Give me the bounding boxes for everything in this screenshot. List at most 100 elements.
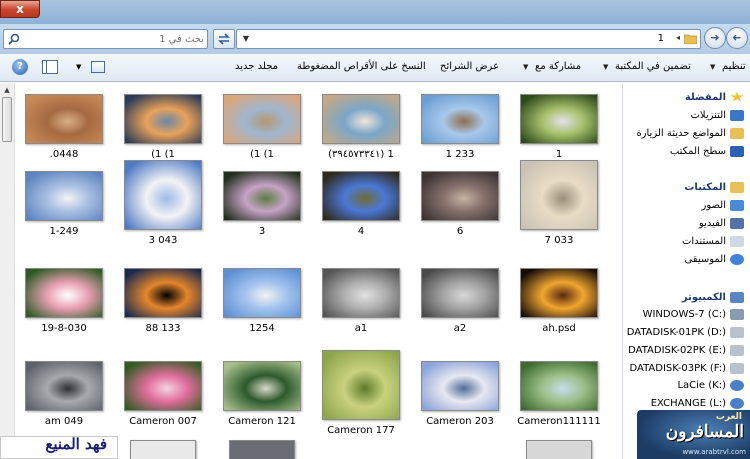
file-thumbnail[interactable] [520, 94, 598, 144]
burn-button[interactable]: النسخ على الأقراص المضغوطة [297, 61, 426, 72]
file-thumbnail[interactable] [223, 94, 301, 144]
file-item[interactable]: Cameron 007 [113, 356, 213, 452]
file-label[interactable]: Cameron 007 [113, 416, 213, 427]
file-item[interactable]: Cameron 203 [410, 356, 510, 452]
nav-desktop[interactable]: سطح المكتب [670, 143, 744, 160]
file-label[interactable]: 6 [410, 226, 510, 237]
nav-computer[interactable]: الكمبيوتر [682, 289, 744, 306]
file-label[interactable]: ah.psd [509, 323, 609, 334]
file-item[interactable]: Cameron 177 [311, 350, 411, 452]
file-thumbnail[interactable] [322, 268, 400, 318]
file-item[interactable]: ah.psd [509, 263, 609, 359]
change-view-icon[interactable] [91, 61, 105, 73]
file-label[interactable]: 1 [509, 149, 609, 160]
file-label[interactable]: 4 [311, 226, 411, 237]
file-thumbnail[interactable] [130, 440, 196, 459]
scrollbar-thumb[interactable] [2, 97, 12, 142]
file-item[interactable]: 1-249 [15, 166, 114, 262]
nav-documents[interactable]: المستندات [682, 233, 744, 250]
file-item[interactable]: 88 133 [113, 263, 213, 359]
nav-drive-k[interactable]: LaCie (K:) [677, 377, 744, 394]
address-box[interactable]: ▼ 1 ◂ [236, 29, 701, 49]
file-thumbnail[interactable] [229, 440, 295, 459]
file-thumbnail[interactable] [25, 94, 103, 144]
file-thumbnail[interactable] [322, 350, 400, 420]
nav-downloads[interactable]: التنزيلات [690, 107, 744, 124]
chevron-down-icon[interactable]: ▼ [710, 63, 715, 71]
file-label[interactable]: a1 [311, 323, 411, 334]
nav-recent-places[interactable]: المواضع حديثة الزيارة [636, 125, 744, 142]
file-thumbnail[interactable] [25, 268, 103, 318]
address-history-dropdown[interactable]: ▼ [239, 30, 253, 48]
file-thumbnail[interactable] [520, 361, 598, 411]
file-thumbnail[interactable] [520, 268, 598, 318]
help-icon[interactable]: ? [12, 59, 28, 75]
nav-music[interactable]: الموسيقى [684, 251, 744, 268]
file-label[interactable]: 1-249 [15, 226, 114, 237]
file-label[interactable]: (٣٩٤٥٧٣٣٤١) 1 [311, 149, 411, 160]
file-item[interactable]: 3 043 [113, 160, 213, 262]
forward-button[interactable]: ➜ [704, 27, 726, 49]
file-thumbnail[interactable] [520, 160, 598, 230]
file-thumbnail[interactable] [124, 268, 202, 318]
file-label[interactable]: (1 (1 [113, 149, 213, 160]
file-thumbnail[interactable] [223, 171, 301, 221]
file-label[interactable]: (1 (1 [212, 149, 312, 160]
nav-videos[interactable]: الفيديو [699, 215, 744, 232]
file-label[interactable]: 1 233 [410, 149, 510, 160]
nav-pictures[interactable]: الصور [702, 197, 744, 214]
address-path[interactable]: 1 [658, 33, 664, 44]
file-thumbnail[interactable] [124, 361, 202, 411]
chevron-down-icon[interactable]: ▼ [603, 63, 608, 71]
file-label[interactable]: Cameron 203 [410, 416, 510, 427]
file-item[interactable]: a2 [410, 263, 510, 359]
file-label[interactable]: 3 [212, 226, 312, 237]
file-label[interactable]: am 049 [15, 416, 114, 427]
file-label[interactable]: 19-8-030 [15, 323, 114, 334]
chevron-down-icon[interactable]: ▼ [523, 63, 528, 71]
file-label[interactable]: 7 033 [509, 235, 609, 246]
file-thumbnail[interactable] [124, 160, 202, 230]
file-label[interactable]: 3 043 [113, 235, 213, 246]
new-folder-button[interactable]: مجلد جديد [235, 61, 278, 72]
file-item[interactable]: 19-8-030 [15, 263, 114, 359]
file-thumbnail[interactable] [322, 94, 400, 144]
include-in-library-button[interactable]: تضمين في المكتبة [615, 61, 691, 72]
file-thumbnail[interactable] [421, 268, 499, 318]
share-button[interactable]: مشاركة مع [535, 61, 581, 72]
nav-drive-f[interactable]: DATADISK-03PK (F:) [629, 360, 744, 377]
nav-drive-d[interactable]: DATADISK-01PK (D:) [627, 324, 744, 341]
file-thumbnail[interactable] [223, 361, 301, 411]
vertical-scrollbar[interactable]: ▲ [0, 83, 15, 459]
nav-drive-e[interactable]: DATADISK-02PK (E:) [628, 342, 744, 359]
file-label[interactable]: Cameron 121 [212, 416, 312, 427]
file-item[interactable]: Cameron 121 [212, 356, 312, 452]
nav-favorites[interactable]: المفضلة [685, 89, 744, 106]
nav-drive-c[interactable]: WINDOWS-7 (C:) [643, 306, 744, 323]
file-label[interactable]: 1254 [212, 323, 312, 334]
organize-button[interactable]: تنظيم [722, 61, 746, 72]
file-thumbnail[interactable] [421, 361, 499, 411]
back-button[interactable]: ➜ [726, 27, 748, 49]
file-thumbnail[interactable] [25, 361, 103, 411]
file-item[interactable]: 7 033 [509, 160, 609, 262]
chevron-left-icon[interactable]: ◂ [676, 33, 680, 42]
file-thumbnail[interactable] [526, 440, 592, 459]
file-label[interactable]: Cameron 177 [311, 425, 411, 436]
nav-libraries[interactable]: المكتبات [684, 179, 744, 196]
refresh-button[interactable] [213, 29, 235, 49]
file-item[interactable]: 4 [311, 166, 411, 262]
file-label[interactable]: Cameron111111 [509, 416, 609, 427]
file-item[interactable]: 1254 [212, 263, 312, 359]
file-label[interactable]: a2 [410, 323, 510, 334]
file-thumbnail[interactable] [421, 94, 499, 144]
file-thumbnail[interactable] [25, 171, 103, 221]
file-thumbnail[interactable] [322, 171, 400, 221]
file-item[interactable]: 6 [410, 166, 510, 262]
search-box[interactable] [3, 29, 208, 49]
file-item[interactable]: Cameron111111 [509, 356, 609, 452]
preview-pane-icon[interactable] [42, 60, 58, 74]
search-input[interactable] [24, 31, 204, 47]
file-thumbnail[interactable] [124, 94, 202, 144]
file-thumbnail[interactable] [223, 268, 301, 318]
